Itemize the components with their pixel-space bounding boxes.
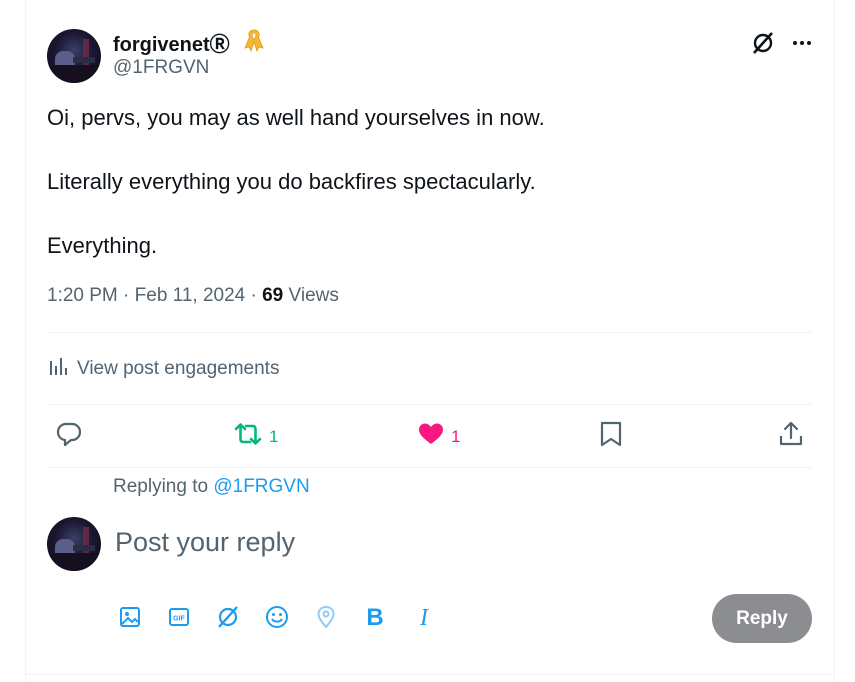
- retweet-action[interactable]: 1: [233, 420, 278, 453]
- svg-text:GIF: GIF: [173, 615, 185, 622]
- author-handle[interactable]: @1FRGVN: [113, 57, 209, 79]
- tweet-line: Oi, pervs, you may as well hand yourselv…: [47, 105, 545, 130]
- reply-input[interactable]: Post your reply: [115, 527, 295, 558]
- divider: [47, 332, 812, 333]
- like-count: 1: [451, 426, 461, 446]
- action-bar: 1 1: [55, 420, 815, 454]
- divider: [25, 674, 835, 675]
- analytics-icon: [47, 355, 69, 383]
- views-label: Views: [283, 285, 339, 306]
- divider: [47, 404, 812, 405]
- bold-icon[interactable]: B: [361, 603, 388, 630]
- location-icon[interactable]: [312, 603, 339, 630]
- author-avatar[interactable]: [47, 29, 101, 83]
- image-icon[interactable]: [116, 603, 143, 630]
- reply-icon: [55, 420, 83, 453]
- bookmark-icon: [599, 420, 623, 453]
- svg-text:I: I: [419, 605, 429, 630]
- engagements-label: View post engagements: [77, 358, 280, 379]
- heart-icon: [417, 420, 445, 453]
- like-action[interactable]: 1: [417, 420, 460, 453]
- replying-handle[interactable]: @1FRGVN: [213, 476, 309, 497]
- emoji-icon[interactable]: [263, 603, 290, 630]
- gif-icon[interactable]: GIF: [165, 603, 192, 630]
- author-name[interactable]: forgivenetⓇ: [113, 28, 230, 57]
- reply-button[interactable]: Reply: [712, 594, 812, 643]
- share-action[interactable]: [777, 420, 805, 453]
- user-avatar[interactable]: [47, 517, 101, 571]
- share-icon: [777, 420, 805, 453]
- tweet-meta: 1:20 PM · Feb 11, 2024 · 69 Views: [47, 285, 339, 307]
- tweet-line: Everything.: [47, 233, 158, 258]
- views-count: 69: [262, 285, 284, 306]
- grok-compose-icon[interactable]: [214, 603, 241, 630]
- retweet-icon: [233, 420, 263, 453]
- bookmark-action[interactable]: [599, 420, 623, 453]
- italic-icon[interactable]: I: [410, 603, 437, 630]
- ribbon-icon: [243, 28, 265, 59]
- divider: [47, 467, 812, 468]
- grok-icon[interactable]: [750, 30, 776, 61]
- more-options-icon[interactable]: [790, 31, 814, 60]
- retweet-count: 1: [269, 426, 279, 446]
- replying-prefix: Replying to: [113, 476, 214, 497]
- tweet-line: Literally everything you do backfires sp…: [47, 169, 536, 194]
- tweet-text: Oi, pervs, you may as well hand yourselv…: [47, 102, 807, 294]
- composer-toolbar: GIF B I: [116, 603, 437, 630]
- reply-action[interactable]: [55, 420, 83, 453]
- replying-to: Replying to @1FRGVN: [113, 476, 310, 498]
- view-engagements-link[interactable]: View post engagements: [47, 355, 279, 383]
- timestamp[interactable]: 1:20 PM · Feb 11, 2024 ·: [47, 285, 262, 306]
- svg-text:B: B: [366, 604, 383, 630]
